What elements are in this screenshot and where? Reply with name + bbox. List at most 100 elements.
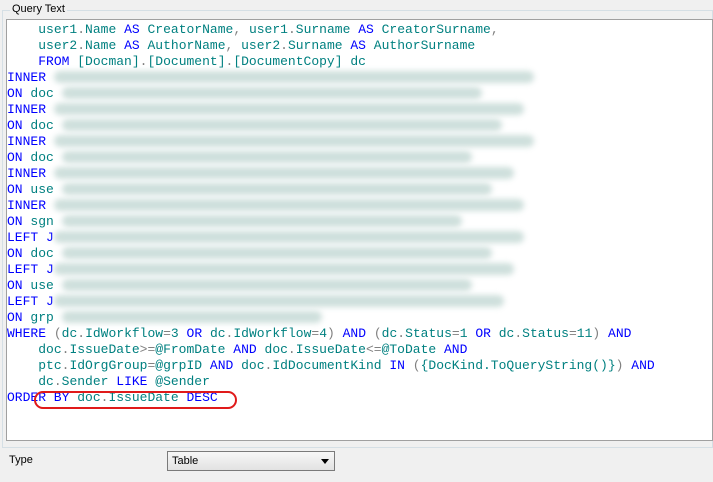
code-token: AND xyxy=(342,326,367,341)
code-token: user2 xyxy=(38,38,78,53)
type-select[interactable]: Table xyxy=(167,451,335,471)
code-token: IdWorkflow xyxy=(233,326,312,341)
code-line: ON doc xyxy=(7,118,655,134)
code-token: {DocKind.ToQueryString()} xyxy=(420,358,616,373)
code-line: ON doc xyxy=(7,86,655,102)
code-token: user1 xyxy=(38,22,78,37)
code-line: doc.IssueDate>=@FromDate AND doc.IssueDa… xyxy=(7,342,655,358)
redacted-text xyxy=(53,166,514,179)
code-token: dc xyxy=(38,374,54,389)
code-line: dc.Sender LIKE @Sender xyxy=(7,374,655,390)
code-token: 3 xyxy=(170,326,179,341)
code-token: 1 xyxy=(459,326,468,341)
code-token: Name xyxy=(85,22,117,37)
redacted-text xyxy=(53,230,524,243)
code-token: INNER xyxy=(7,70,47,85)
code-token: . xyxy=(77,38,86,53)
code-token: FROM xyxy=(38,54,70,69)
code-token: ORDER BY xyxy=(7,390,70,405)
code-token: Status xyxy=(522,326,569,341)
code-token: @grpID xyxy=(155,358,203,373)
code-token: ON xyxy=(7,86,23,101)
query-editor[interactable]: user1.Name AS CreatorName, user1.Surname… xyxy=(6,19,713,441)
code-token: [Document] xyxy=(147,54,226,69)
code-token: ON xyxy=(7,246,23,261)
code-token: , xyxy=(225,38,242,53)
code-token: INNER xyxy=(7,102,47,117)
code-token: Surname xyxy=(287,38,343,53)
code-token: . xyxy=(53,374,62,389)
code-token: CreatorName xyxy=(147,22,234,37)
code-token: IssueDate xyxy=(295,342,366,357)
chevron-down-icon[interactable] xyxy=(321,459,329,464)
code-token: ) xyxy=(327,326,335,341)
code-token: ON xyxy=(7,118,23,133)
redacted-text xyxy=(53,102,524,115)
code-token: Sender xyxy=(61,374,109,389)
code-token: use xyxy=(30,182,54,197)
code-token: dc xyxy=(209,326,226,341)
code-area[interactable]: user1.Name AS CreatorName, user1.Surname… xyxy=(7,22,655,406)
code-token: @Sender xyxy=(155,374,210,389)
code-line: ORDER BY doc.IssueDate DESC xyxy=(7,390,655,406)
code-token: IdDocumentKind xyxy=(272,358,382,373)
code-token: IN xyxy=(389,358,405,373)
code-line: INNER xyxy=(7,166,655,182)
code-token: , xyxy=(490,22,499,37)
code-token: user1 xyxy=(248,22,288,37)
code-line: FROM [Docman].[Document].[DocumentCopy] … xyxy=(7,54,655,70)
code-token: ( xyxy=(373,326,382,341)
code-token: doc xyxy=(30,86,54,101)
code-token: LEFT J xyxy=(7,262,54,277)
code-line: LEFT J xyxy=(7,294,655,310)
code-token: ON xyxy=(7,214,23,229)
code-token: WHERE xyxy=(7,326,47,341)
code-line: ON grp xyxy=(7,310,655,326)
code-line: ON sgn xyxy=(7,214,655,230)
code-token: = xyxy=(163,326,171,341)
code-token: INNER xyxy=(7,166,47,181)
code-token: grp xyxy=(30,310,54,325)
code-line: ON doc xyxy=(7,246,655,262)
code-token: ON xyxy=(7,150,23,165)
code-token: AS xyxy=(124,22,140,37)
redacted-text xyxy=(61,214,462,227)
code-token: AND xyxy=(233,342,257,357)
code-line: WHERE (dc.IdWorkflow=3 OR dc.IdWorkflow=… xyxy=(7,326,655,342)
code-token: Surname xyxy=(295,22,351,37)
code-line: INNER xyxy=(7,198,655,214)
redacted-text xyxy=(61,246,492,259)
code-line: LEFT J xyxy=(7,230,655,246)
code-token: ( xyxy=(53,326,62,341)
code-token: doc xyxy=(38,342,62,357)
code-token: . xyxy=(514,326,523,341)
redacted-text xyxy=(61,150,472,163)
code-token: OR xyxy=(186,326,203,341)
redacted-text xyxy=(53,70,534,83)
code-line: ON use xyxy=(7,182,655,198)
code-token: IssueDate xyxy=(69,342,140,357)
type-select-value: Table xyxy=(172,455,199,467)
code-token: [DocumentCopy] xyxy=(233,54,343,69)
code-line: LEFT J xyxy=(7,262,655,278)
code-token: LEFT J xyxy=(7,230,54,245)
code-token: doc xyxy=(264,342,288,357)
code-token: doc xyxy=(30,246,54,261)
